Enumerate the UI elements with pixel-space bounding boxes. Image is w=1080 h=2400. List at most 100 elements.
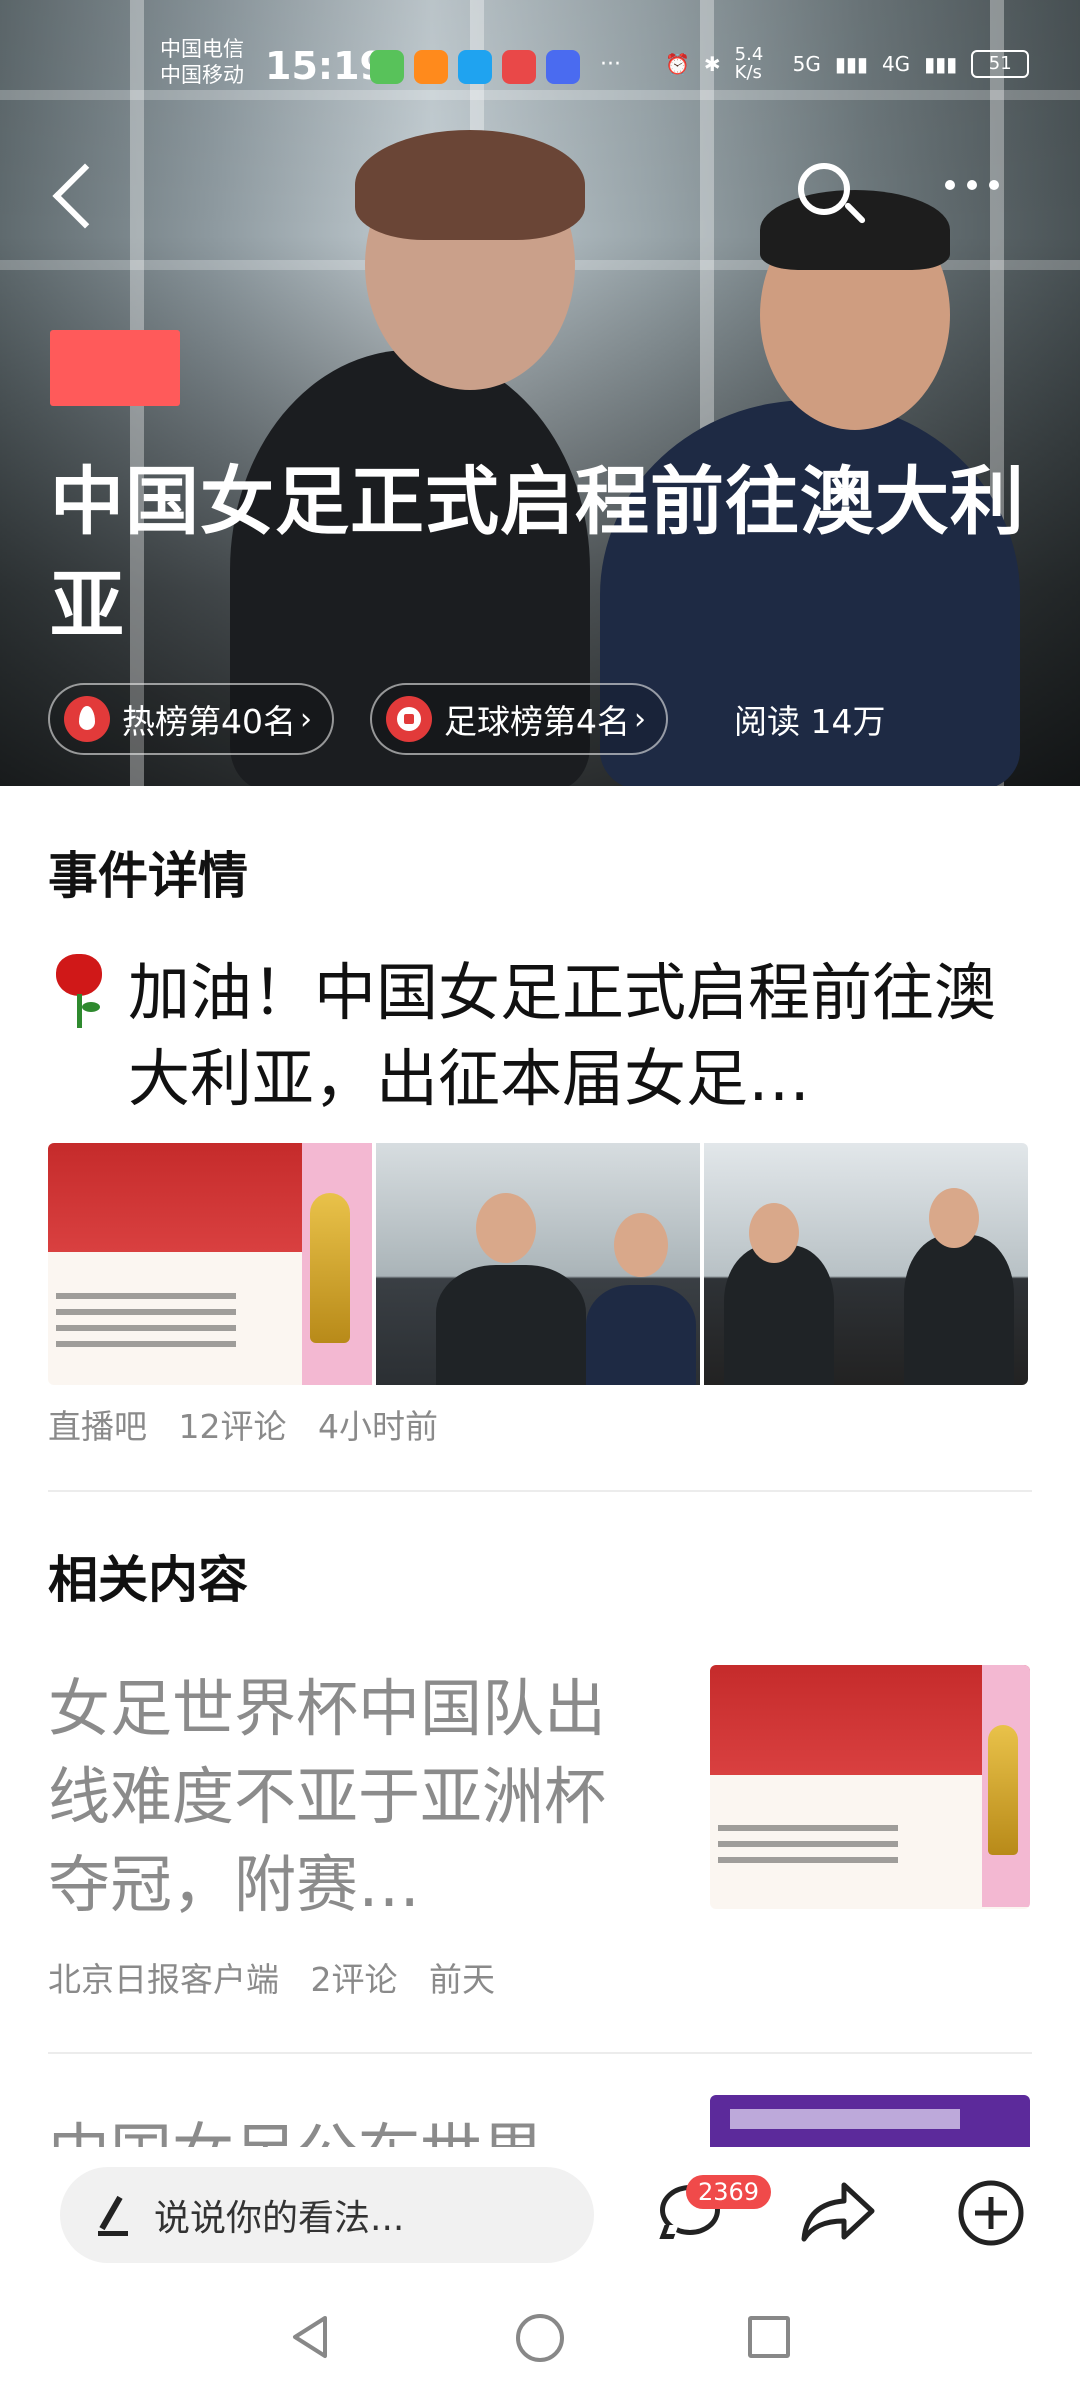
rose-icon [48, 950, 110, 1030]
signal-4g: 4G [881, 52, 911, 76]
person-face [749, 1203, 799, 1263]
person-silhouette [724, 1245, 834, 1385]
related-item-title: 女足世界杯中国队出线难度不亚于亚洲杯夺冠，附赛… [48, 1672, 607, 1921]
event-source: 直播吧 [48, 1407, 147, 1446]
person-hair [355, 130, 585, 240]
hot-rank-pill[interactable]: 热榜第40名 › [48, 683, 334, 755]
rose-bloom [56, 954, 102, 996]
football-rank-label: 足球榜第4名 [444, 702, 630, 741]
comment-count-badge: 2369 [686, 2175, 772, 2209]
airport-image-2[interactable] [704, 1143, 1028, 1385]
dot-icon [967, 180, 977, 190]
roster-line [56, 1325, 236, 1331]
more-menu-button[interactable] [945, 180, 999, 190]
hero-meta-row: 热榜第40名 › 足球榜第4名 › 阅读 14万 [48, 683, 885, 755]
divider [48, 2052, 1032, 2054]
category-tag [50, 330, 180, 406]
rose-stem [77, 994, 82, 1028]
pen-icon [94, 2195, 130, 2236]
more-notifications-icon: ··· [600, 52, 621, 77]
person-silhouette [904, 1235, 1014, 1385]
chevron-right-icon: › [300, 701, 312, 737]
page-title: 中国女足正式启程前往澳大利亚 [50, 459, 1025, 649]
related-source: 北京日报客户端 [48, 1960, 279, 1999]
person-silhouette [586, 1285, 696, 1385]
comment-placeholder: 说说你的看法... [154, 2198, 405, 2239]
event-meta: 直播吧 12评论 4小时前 [48, 1400, 438, 1448]
network-speed: 5.4 K/s [734, 44, 764, 83]
nav-recents-button[interactable] [748, 2316, 790, 2358]
signal-5g: 5G [792, 52, 821, 76]
share-icon [801, 2182, 875, 2242]
event-headline[interactable]: 加油！中国女足正式启程前往澳大利亚，出征本届女足… [48, 950, 1038, 1122]
airport-image-1[interactable] [376, 1143, 700, 1385]
hero-banner: 中国电信 中国移动 15:19 ··· ⏰ ✱ 5.4 K/s 5G ▮▮▮ 4… [0, 0, 1080, 786]
roster-line [56, 1309, 236, 1315]
football-rank-pill[interactable]: 足球榜第4名 › [370, 683, 668, 755]
roster-line [56, 1293, 236, 1299]
trophy-icon [310, 1193, 350, 1343]
related-item-meta: 北京日报客户端 2评论 前天 [48, 1953, 495, 2001]
related-item-thumbnail [710, 2095, 1030, 2147]
roster-line [718, 1841, 898, 1847]
search-icon [798, 163, 850, 215]
roster-line [56, 1341, 236, 1347]
reader-app-icon [502, 50, 536, 84]
comment-input[interactable]: 说说你的看法... [60, 2167, 594, 2263]
soccer-ball-icon [386, 696, 432, 742]
event-card[interactable]: 加油！中国女足正式启程前往澳大利亚，出征本届女足… [48, 950, 1038, 1122]
trophy-icon [988, 1725, 1018, 1855]
plus-circle-icon [958, 2180, 1024, 2246]
nav-back-button[interactable] [285, 2312, 335, 2362]
related-time: 前天 [428, 1960, 495, 1999]
dot-icon [945, 180, 955, 190]
bluetooth-icon: ✱ [703, 52, 721, 76]
music-app-icon [546, 50, 580, 84]
related-item[interactable]: 女足世界杯中国队出线难度不亚于亚洲杯夺冠，附赛… 北京日报客户端 2评论 前天 [48, 1665, 1032, 2025]
person-silhouette [436, 1265, 586, 1385]
wechat-icon [370, 50, 404, 84]
read-count: 阅读 14万 [734, 702, 886, 741]
alarm-icon: ⏰ [665, 52, 690, 76]
system-icons: ⏰ ✱ 5.4 K/s 5G ▮▮▮ 4G ▮▮▮ 51 [665, 44, 1030, 83]
event-headline-text: 加油！中国女足正式启程前往澳大利亚，出征本届女足… [128, 956, 997, 1115]
battery-icon: 51 [971, 50, 1030, 78]
notification-icons [370, 50, 580, 84]
roster-image-text [56, 1293, 256, 1357]
roster-line [718, 1857, 898, 1863]
related-comments: 2评论 [310, 1960, 398, 1999]
carrier-label: 中国电信 中国移动 [160, 36, 244, 88]
status-bar: 中国电信 中国移动 15:19 ··· ⏰ ✱ 5.4 K/s 5G ▮▮▮ 4… [0, 0, 1080, 130]
signal-bars-icon: ▮▮▮ [834, 52, 868, 76]
dot-icon [989, 180, 999, 190]
comment-bubble-tail [659, 2225, 679, 2239]
search-button[interactable] [790, 155, 870, 235]
nav-home-button[interactable] [516, 2314, 564, 2362]
carrier-2: 中国移动 [160, 63, 244, 87]
rose-leaf [82, 1002, 100, 1012]
hot-rank-label: 热榜第40名 [122, 702, 296, 741]
divider [48, 1490, 1032, 1492]
flame-icon [64, 696, 110, 742]
chevron-right-icon: › [634, 701, 646, 737]
person-face [614, 1213, 668, 1277]
related-item-title: 中国女足公布世界 [48, 2109, 544, 2147]
carrier-1: 中国电信 [160, 37, 244, 61]
event-comments: 12评论 [178, 1407, 287, 1446]
search-icon-handle [843, 201, 867, 225]
system-nav-bar [0, 2280, 1080, 2400]
share-button[interactable] [800, 2179, 876, 2245]
roster-line [718, 1825, 898, 1831]
back-button[interactable] [48, 155, 108, 235]
bottom-action-bar: 说说你的看法... 2369 [0, 2147, 1080, 2280]
roster-image[interactable] [48, 1143, 372, 1385]
search-app-icon [458, 50, 492, 84]
related-section-title: 相关内容 [48, 1551, 248, 1609]
thumbnail-banner [730, 2109, 960, 2129]
person-face [476, 1193, 536, 1263]
roster-image-text [718, 1825, 918, 1873]
video-app-icon [414, 50, 448, 84]
event-time: 4小时前 [317, 1407, 438, 1446]
event-image-strip[interactable] [48, 1143, 1028, 1385]
add-button[interactable] [957, 2179, 1025, 2247]
